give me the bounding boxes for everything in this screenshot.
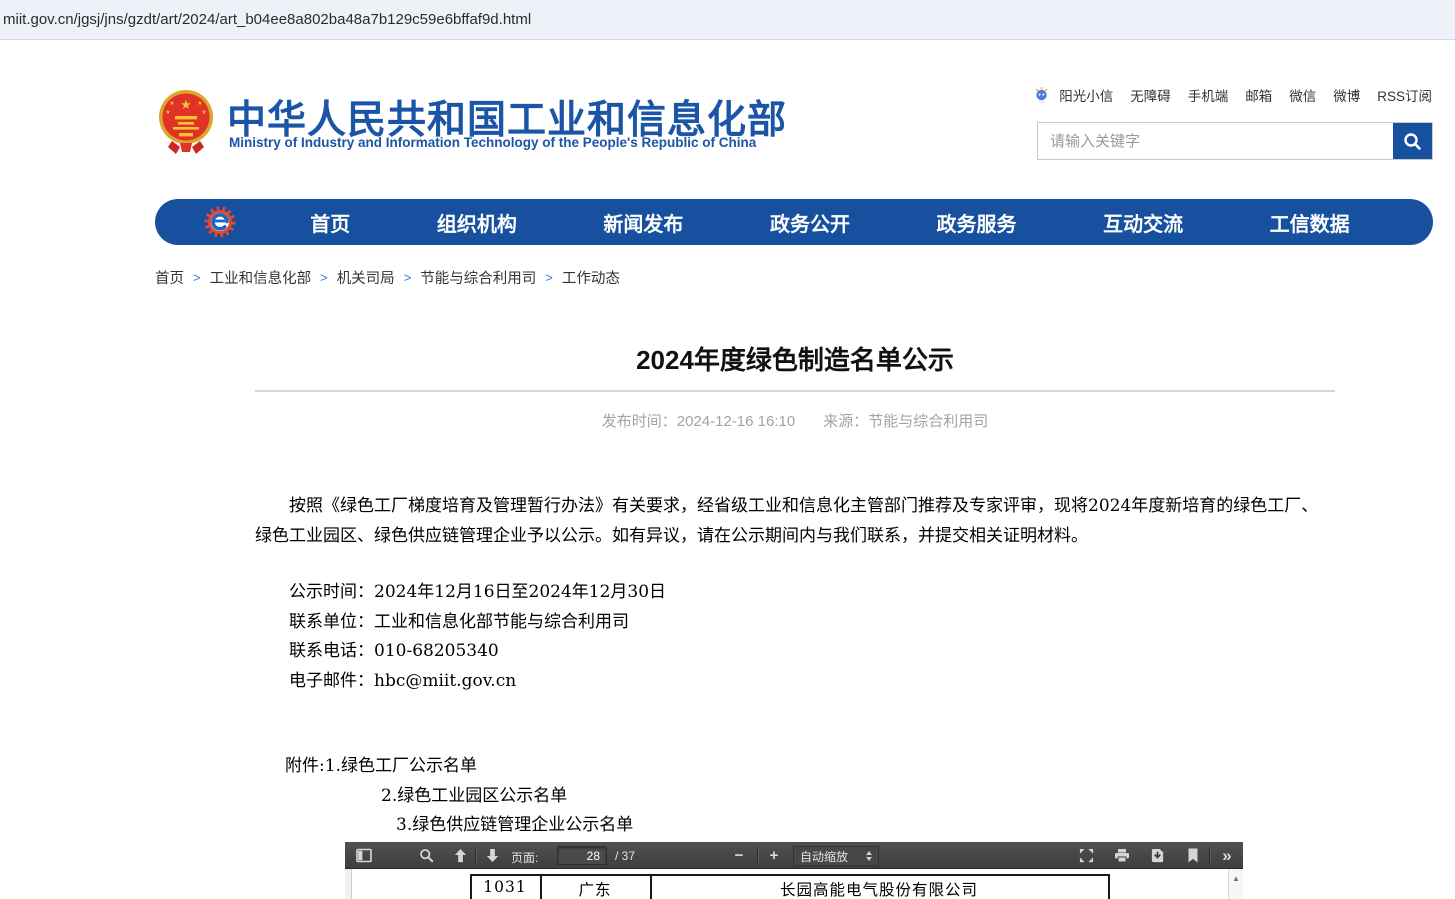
nav-item-gov-services[interactable]: 政务服务: [937, 208, 1017, 237]
quick-link-accessibility[interactable]: 无障碍: [1130, 85, 1171, 105]
svg-text:★: ★: [169, 100, 174, 107]
pdf-print-icon[interactable]: [1111, 845, 1133, 866]
contact-phone-line: 联系电话：010-68205340: [289, 637, 666, 667]
miit-gear-logo-icon: [203, 205, 237, 239]
pdf-scrollbar[interactable]: ▲: [1228, 869, 1243, 899]
attachments-list: 附件:1.绿色工厂公示名单 2.绿色工业园区公示名单 3.绿色供应链管理企业公示…: [255, 752, 633, 841]
site-subtitle: Ministry of Industry and Information Tec…: [229, 135, 756, 150]
pdf-more-tools-icon[interactable]: »: [1216, 845, 1238, 866]
quick-link-weibo[interactable]: 微博: [1333, 85, 1360, 105]
article-body: 按照《绿色工厂梯度培育及管理暂行办法》有关要求，经省级工业和信息化主管部门推荐及…: [255, 492, 1335, 551]
scrollbar-up-arrow-icon[interactable]: ▲: [1229, 874, 1243, 883]
publicity-period-line: 公示时间：2024年12月16日至2024年12月30日: [289, 578, 666, 608]
svg-text:★: ★: [201, 109, 206, 116]
quick-link-rss[interactable]: RSS订阅: [1377, 85, 1432, 105]
pdf-page-up-icon[interactable]: [449, 845, 471, 866]
publish-time: 2024-12-16 16:10: [677, 413, 795, 430]
nav-items: 首页 组织机构 新闻发布 政务公开 政务服务 互动交流 工信数据: [267, 208, 1393, 237]
svg-text:★: ★: [197, 100, 202, 107]
search-icon: [1402, 131, 1423, 152]
breadcrumb: 首页 > 工业和信息化部 > 机关司局 > 节能与综合利用司 > 工作动态: [155, 267, 620, 288]
article-paragraph: 按照《绿色工厂梯度培育及管理暂行办法》有关要求，经省级工业和信息化主管部门推荐及…: [255, 492, 1335, 551]
breadcrumb-separator: >: [545, 270, 553, 285]
main-nav: 首页 组织机构 新闻发布 政务公开 政务服务 互动交流 工信数据: [155, 199, 1433, 245]
nav-item-news[interactable]: 新闻发布: [603, 208, 683, 237]
title-divider: [255, 390, 1335, 392]
pdf-page-content: 1031 广东 长园高能电气股份有限公司 ▲: [345, 869, 1243, 899]
nav-item-data[interactable]: 工信数据: [1270, 208, 1350, 237]
pdf-toolbar: 页面: / 37 − + 自动缩放: [345, 842, 1243, 869]
toolbar-divider: [1209, 847, 1210, 864]
quick-links: 阳光小信 无障碍 手机端 邮箱 微信 微博 RSS订阅: [1033, 85, 1432, 105]
breadcrumb-home[interactable]: 首页: [155, 267, 184, 288]
search-bar: [1037, 122, 1433, 160]
breadcrumb-separator: >: [193, 270, 201, 285]
table-border: [470, 874, 1109, 876]
page-title: 2024年度绿色制造名单公示: [255, 340, 1335, 377]
breadcrumb-separator: >: [404, 270, 412, 285]
pdf-zoom-select[interactable]: 自动缩放: [793, 846, 879, 866]
source: 节能与综合利用司: [868, 413, 988, 430]
pdf-zoom-value: 自动缩放: [800, 848, 848, 865]
search-button[interactable]: [1393, 123, 1432, 159]
breadcrumb-separator: >: [320, 270, 328, 285]
svg-text:★: ★: [165, 109, 170, 116]
attachment-green-supply-chain: 3.绿色供应链管理企业公示名单: [255, 811, 633, 841]
article-meta: 发布时间：2024-12-16 16:10 来源：节能与综合利用司: [255, 410, 1335, 431]
national-emblem-logo: ★ ★ ★ ★ ★: [158, 87, 214, 155]
nav-item-interaction[interactable]: 互动交流: [1103, 208, 1183, 237]
table-cell-province: 广东: [540, 878, 650, 899]
nav-item-organization[interactable]: 组织机构: [437, 208, 517, 237]
nav-item-gov-openness[interactable]: 政务公开: [770, 208, 850, 237]
page: miit.gov.cn/jgsj/jns/gzdt/art/2024/art_b…: [0, 0, 1455, 899]
toolbar-divider: [475, 847, 476, 864]
zoom-select-arrows-icon: [866, 851, 872, 861]
nav-item-home[interactable]: 首页: [310, 208, 350, 237]
pdf-presentation-mode-icon[interactable]: [1075, 845, 1097, 866]
pdf-page-input[interactable]: [557, 846, 607, 865]
contact-email-line: 电子邮件：hbc@miit.gov.cn: [289, 667, 666, 697]
table-cell-id: 1031: [470, 878, 540, 896]
pdf-viewer: 页面: / 37 − + 自动缩放: [345, 842, 1243, 899]
pdf-page-margin: [345, 869, 352, 899]
svg-text:★: ★: [180, 97, 192, 112]
quick-link-mail[interactable]: 邮箱: [1245, 85, 1272, 105]
breadcrumb-departments[interactable]: 机关司局: [337, 267, 395, 288]
attachment-green-industrial-park: 2.绿色工业园区公示名单: [255, 782, 633, 812]
pdf-page-label: 页面:: [511, 849, 538, 866]
url-text: miit.gov.cn/jgsj/jns/gzdt/art/2024/art_b…: [3, 11, 531, 28]
quick-link-sunshine[interactable]: 阳光小信: [1059, 85, 1113, 105]
pdf-bookmark-icon[interactable]: [1182, 845, 1204, 866]
pdf-zoom-out-icon[interactable]: −: [728, 845, 750, 866]
breadcrumb-work-news[interactable]: 工作动态: [562, 267, 620, 288]
sunshine-robot-icon[interactable]: [1033, 86, 1050, 104]
site-header: ★ ★ ★ ★ ★ 中华人民共和国工业和信息化部 Ministry of Ind…: [0, 41, 1455, 199]
breadcrumb-energy-dept[interactable]: 节能与综合利用司: [420, 267, 536, 288]
table-cell-company: 长园高能电气股份有限公司: [650, 878, 1108, 899]
contact-info: 公示时间：2024年12月16日至2024年12月30日 联系单位：工业和信息化…: [289, 578, 666, 696]
quick-link-mobile[interactable]: 手机端: [1188, 85, 1229, 105]
pdf-page-down-icon[interactable]: [481, 845, 503, 866]
source-label: 来源：: [823, 413, 868, 430]
breadcrumb-miit[interactable]: 工业和信息化部: [210, 267, 312, 288]
table-border: [1108, 874, 1110, 899]
contact-unit-line: 联系单位：工业和信息化部节能与综合利用司: [289, 608, 666, 638]
pdf-total-pages: / 37: [615, 849, 635, 863]
attachment-green-factory: 附件:1.绿色工厂公示名单: [255, 752, 633, 782]
search-input[interactable]: [1038, 123, 1393, 159]
quick-link-wechat[interactable]: 微信: [1289, 85, 1316, 105]
pdf-sidebar-toggle-icon[interactable]: [353, 845, 375, 866]
pdf-zoom-in-icon[interactable]: +: [763, 845, 785, 866]
pdf-search-icon[interactable]: [415, 845, 437, 866]
toolbar-divider: [757, 847, 758, 864]
publish-time-label: 发布时间：: [602, 413, 677, 430]
pdf-download-icon[interactable]: [1146, 845, 1168, 866]
browser-url-bar[interactable]: miit.gov.cn/jgsj/jns/gzdt/art/2024/art_b…: [0, 0, 1455, 40]
